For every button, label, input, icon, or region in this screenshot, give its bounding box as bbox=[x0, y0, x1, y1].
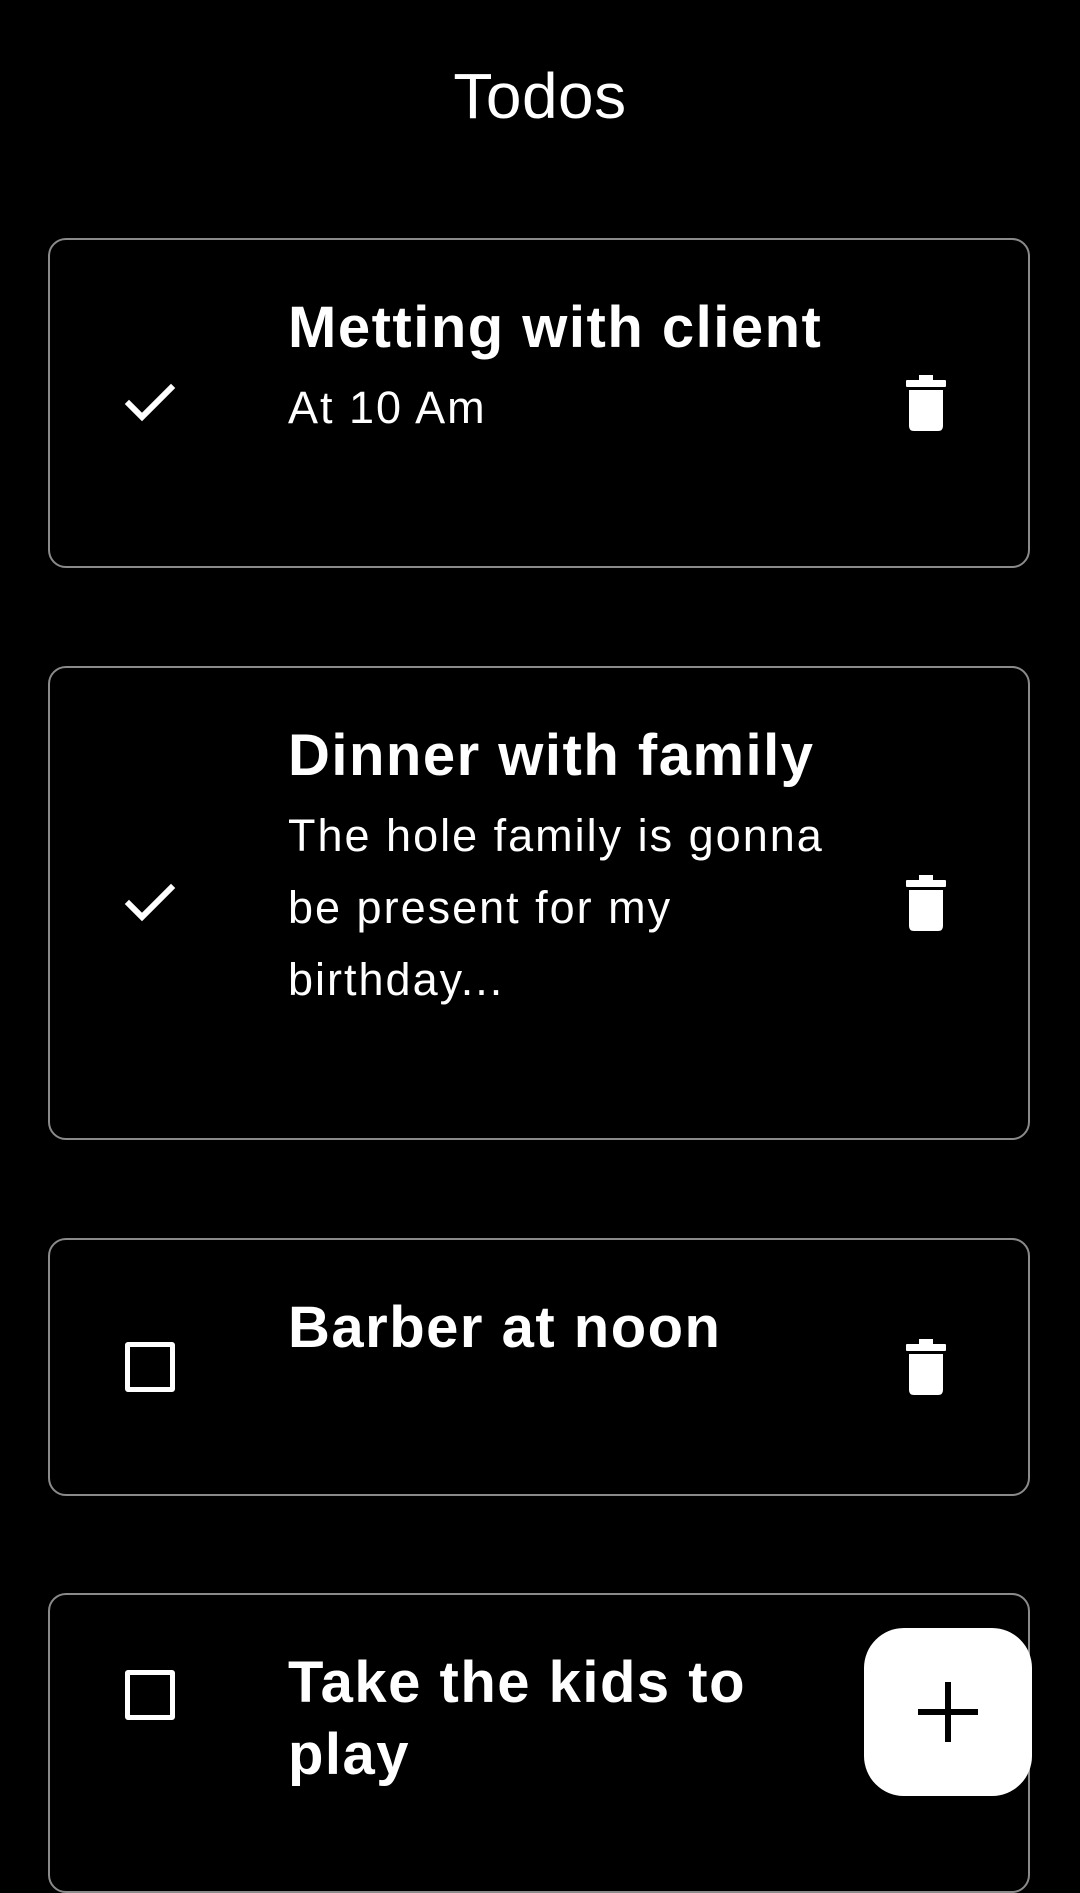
trash-icon bbox=[906, 1339, 946, 1395]
todo-title: Take the kids to play bbox=[288, 1650, 747, 1787]
todo-card[interactable]: Barber at noon bbox=[48, 1238, 1030, 1496]
todo-complete-toggle[interactable] bbox=[120, 1595, 180, 1795]
trash-icon bbox=[906, 375, 946, 431]
delete-todo-button[interactable] bbox=[898, 240, 954, 566]
todo-title: Metting with client bbox=[288, 295, 823, 360]
check-icon bbox=[124, 883, 176, 922]
todo-title: Dinner with family bbox=[288, 723, 815, 788]
check-icon bbox=[124, 383, 176, 422]
page-title: Todos bbox=[453, 60, 627, 132]
delete-todo-button[interactable] bbox=[898, 668, 954, 1138]
checkbox-empty-icon bbox=[125, 1670, 175, 1720]
delete-todo-button[interactable] bbox=[898, 1240, 954, 1494]
todo-complete-toggle[interactable] bbox=[120, 240, 180, 566]
todo-description: At 10 Am bbox=[288, 382, 487, 433]
add-todo-button[interactable] bbox=[864, 1628, 1032, 1796]
todo-title: Barber at noon bbox=[288, 1295, 722, 1360]
checkbox-empty-icon bbox=[125, 1342, 175, 1392]
todo-card[interactable]: Metting with client At 10 Am bbox=[48, 238, 1030, 568]
todo-complete-toggle[interactable] bbox=[120, 1240, 180, 1494]
todo-description: The hole family is gonna be present for … bbox=[288, 810, 824, 1005]
plus-icon bbox=[918, 1682, 978, 1742]
trash-icon bbox=[906, 875, 946, 931]
todo-complete-toggle[interactable] bbox=[120, 668, 180, 1138]
todo-card[interactable]: Dinner with family The hole family is go… bbox=[48, 666, 1030, 1140]
